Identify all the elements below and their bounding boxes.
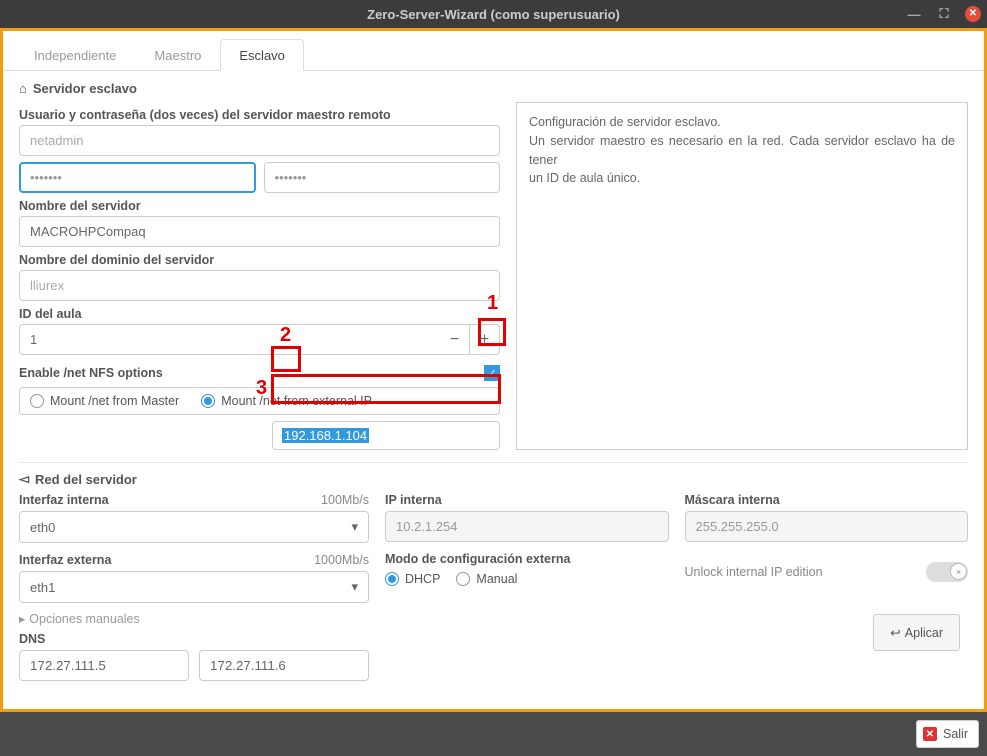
label-unlock-ip: Unlock internal IP edition — [685, 565, 823, 579]
close-icon[interactable]: ✕ — [965, 6, 981, 22]
opciones-manuales-toggle[interactable]: ▸ Opciones manuales — [19, 611, 369, 626]
radio-icon — [201, 394, 215, 408]
maximize-icon[interactable]: ⛶ — [935, 5, 953, 23]
label-interfaz-interna: Interfaz interna — [19, 493, 109, 507]
switch-knob-icon: × — [950, 563, 967, 580]
label-interfaz-externa: Interfaz externa — [19, 553, 111, 567]
main-window: Independiente Maestro Esclavo ⌂ Servidor… — [0, 28, 987, 712]
dns1-field[interactable] — [19, 650, 189, 681]
tab-maestro[interactable]: Maestro — [135, 39, 220, 71]
window-title: Zero-Server-Wizard (como superusuario) — [367, 7, 620, 22]
chevron-down-icon: ▾ — [351, 519, 358, 535]
speed-externa: 1000Mb/s — [314, 553, 369, 567]
radio-dhcp[interactable]: DHCP — [385, 572, 440, 586]
caret-right-icon: ▸ — [19, 611, 25, 626]
password2-field[interactable] — [264, 162, 501, 193]
titlebar: Zero-Server-Wizard (como superusuario) —… — [0, 0, 987, 28]
info-panel: Configuración de servidor esclavo. Un se… — [516, 102, 968, 450]
domain-name-field[interactable] — [19, 270, 500, 301]
exit-icon: ✕ — [923, 727, 937, 741]
select-interfaz-externa[interactable]: eth1 ▾ — [19, 571, 369, 603]
radio-icon — [30, 394, 44, 408]
dns2-field[interactable] — [199, 650, 369, 681]
section-servidor-esclavo: ⌂ Servidor esclavo — [19, 81, 968, 96]
apply-icon: ↩ — [890, 625, 900, 640]
label-dns: DNS — [19, 632, 369, 646]
label-modo-config: Modo de configuración externa — [385, 552, 570, 566]
unlock-ip-switch[interactable]: × — [926, 562, 968, 582]
select-interfaz-interna[interactable]: eth0 ▾ — [19, 511, 369, 543]
label-domain-name: Nombre del dominio del servidor — [19, 253, 500, 267]
radio-icon — [385, 572, 399, 586]
external-ip-field[interactable]: 192.168.1.104 — [272, 421, 500, 450]
label-aula-id: ID del aula — [19, 307, 500, 321]
radio-mount-master[interactable]: Mount /net from Master — [30, 394, 179, 408]
speed-interna: 100Mb/s — [321, 493, 369, 507]
chevron-down-icon: ▾ — [351, 579, 358, 595]
home-icon: ⌂ — [19, 81, 27, 96]
label-ip-interna: IP interna — [385, 493, 442, 507]
label-server-name: Nombre del servidor — [19, 199, 500, 213]
aula-id-field[interactable] — [19, 324, 440, 355]
label-nfs-options: Enable /net NFS options — [19, 366, 163, 380]
password1-field[interactable] — [19, 162, 256, 193]
server-name-field[interactable] — [19, 216, 500, 247]
label-user-password: Usuario y contraseña (dos veces) del ser… — [19, 108, 500, 122]
aplicar-button[interactable]: ↩ Aplicar — [873, 614, 960, 651]
label-mascara-interna: Máscara interna — [685, 493, 780, 507]
aula-id-decrement[interactable]: − — [440, 324, 470, 355]
radio-manual[interactable]: Manual — [456, 572, 517, 586]
salir-button[interactable]: ✕ Salir — [916, 720, 979, 748]
tab-independiente[interactable]: Independiente — [15, 39, 135, 71]
radio-mount-external[interactable]: Mount /net from external IP — [201, 394, 372, 408]
nfs-enable-checkbox[interactable]: ✓ — [484, 365, 500, 381]
ip-interna-field: 10.2.1.254 — [385, 511, 669, 542]
minimize-icon[interactable]: — — [905, 5, 923, 23]
network-icon: ◅ — [19, 471, 29, 487]
section-red-servidor: ◅ Red del servidor — [19, 471, 968, 487]
username-field[interactable] — [19, 125, 500, 156]
aula-id-increment[interactable]: + — [470, 324, 500, 355]
mascara-interna-field: 255.255.255.0 — [685, 511, 969, 542]
tab-esclavo[interactable]: Esclavo — [220, 39, 304, 71]
tab-bar: Independiente Maestro Esclavo — [3, 31, 984, 71]
radio-icon — [456, 572, 470, 586]
